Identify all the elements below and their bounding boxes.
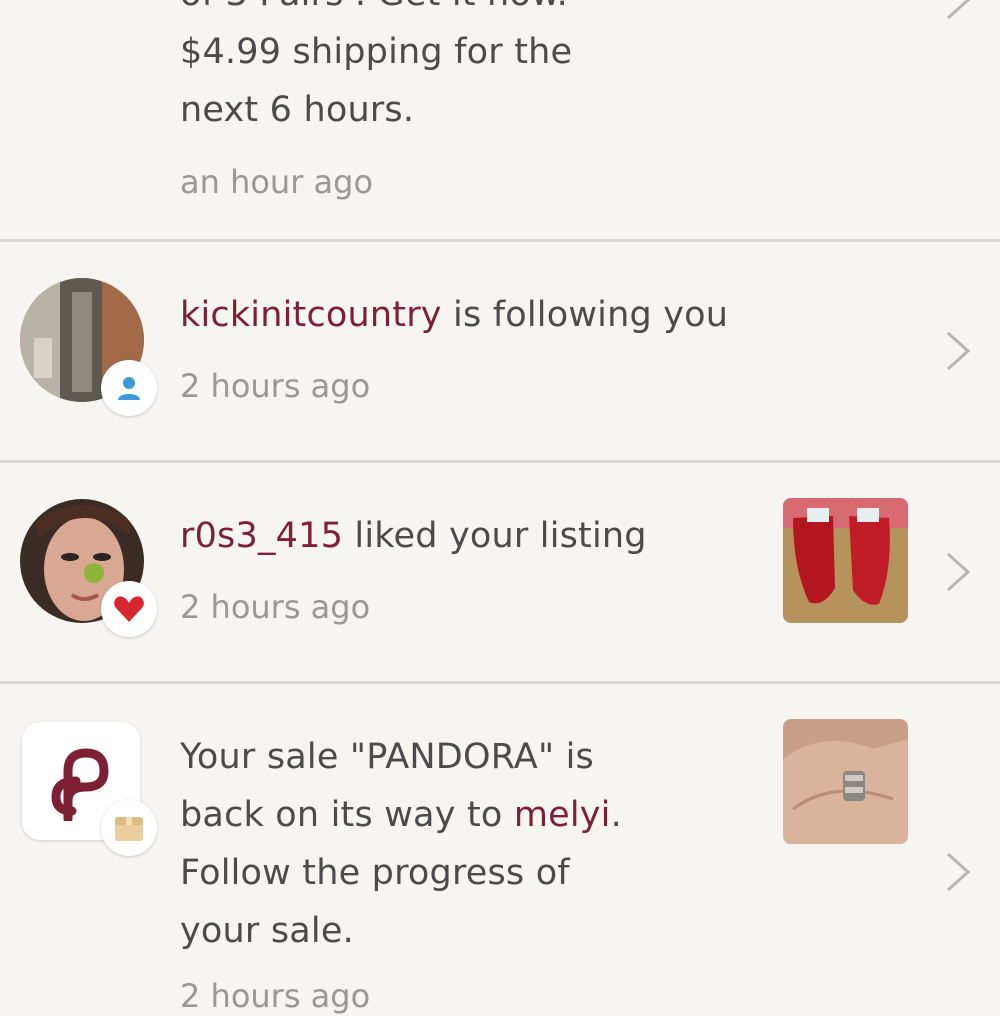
username-link[interactable]: r0s3_415 (180, 516, 343, 556)
action-text: liked your listing (343, 516, 647, 556)
notification-text: of 3 Pairs . Get it now. $4.99 shipping … (180, 0, 572, 139)
notification-text: r0s3_415 liked your listing (180, 507, 647, 565)
text-line-1: $4.99 shipping for the (180, 32, 573, 72)
package-icon (115, 817, 143, 841)
follow-badge (101, 360, 157, 416)
notification-time: an hour ago (180, 163, 374, 201)
poshmark-logo-icon (51, 748, 109, 821)
text-line-1: Your sale "PANDORA" is (180, 737, 594, 777)
notification-time: 2 hours ago (180, 588, 371, 626)
username-link[interactable]: melyi (514, 795, 611, 835)
chevron-right-icon (946, 331, 971, 371)
listing-thumbnail[interactable] (783, 498, 908, 623)
like-badge (101, 581, 157, 637)
notification-time: 2 hours ago (180, 977, 371, 1015)
text-line-2: next 6 hours. (180, 90, 415, 130)
notification-promo[interactable]: of 3 Pairs . Get it now. $4.99 shipping … (0, 0, 1000, 240)
chevron-right-icon (946, 0, 971, 20)
text-line-3: Follow the progress of (180, 853, 570, 893)
notification-sale[interactable]: Your sale "PANDORA" is back on its way t… (0, 684, 1000, 1015)
chevron-right-icon (946, 552, 971, 592)
notification-time: 2 hours ago (180, 367, 371, 405)
username-link[interactable]: kickinitcountry (180, 295, 442, 335)
notification-text: kickinitcountry is following you (180, 286, 728, 344)
heart-icon (114, 596, 144, 622)
person-icon (118, 377, 140, 400)
text-line-2: back on its way to melyi. (180, 795, 622, 835)
partial-line: of 3 Pairs . Get it now. (180, 0, 572, 23)
shipping-badge (101, 800, 157, 856)
chevron-right-icon (946, 852, 971, 892)
action-text: is following you (441, 295, 729, 335)
text-line-4: your sale. (180, 911, 354, 951)
listing-thumbnail[interactable] (783, 719, 908, 844)
notification-like[interactable]: r0s3_415 liked your listing 2 hours ago (0, 463, 1000, 681)
notification-follow[interactable]: kickinitcountry is following you 2 hours… (0, 242, 1000, 460)
notification-text: Your sale "PANDORA" is back on its way t… (180, 728, 622, 960)
